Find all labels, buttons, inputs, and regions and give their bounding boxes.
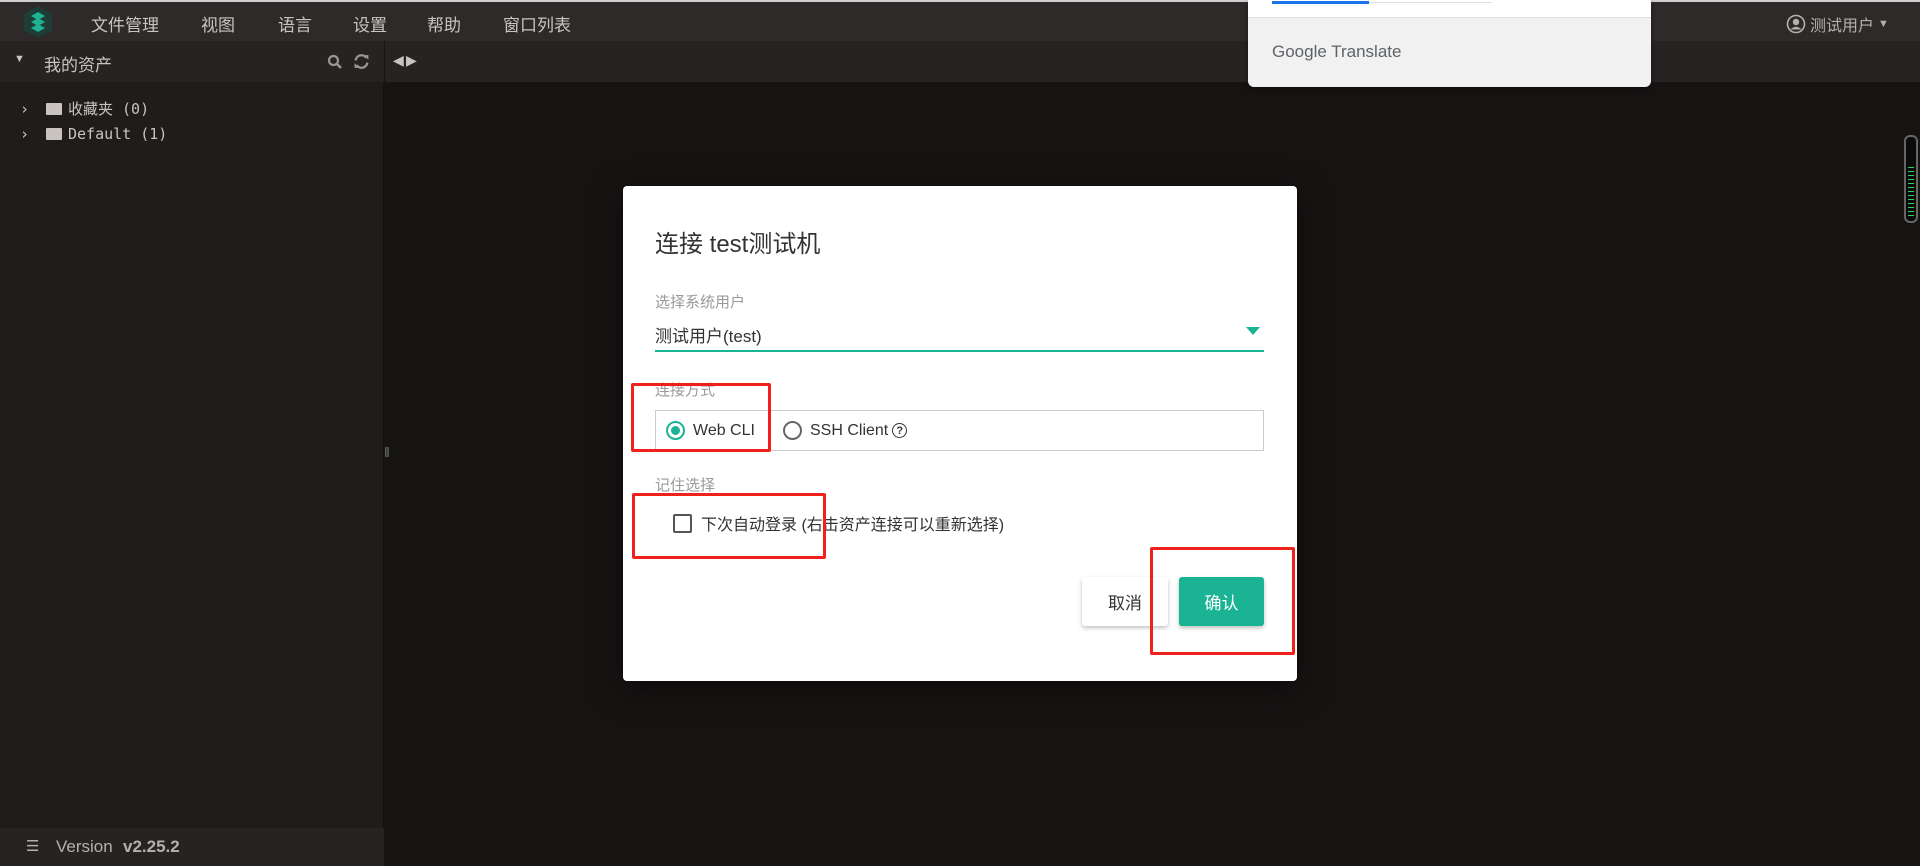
dialog-title: 连接 test测试机 — [655, 231, 821, 258]
tab-bar: ◀ ▶ — [385, 41, 1920, 82]
tree-node-favorites[interactable]: › 收藏夹 (0) — [20, 98, 149, 119]
google-translate-popup: Google Translate — [1248, 0, 1651, 87]
system-user-select[interactable]: 测试用户(test) — [655, 318, 1264, 352]
version-label: Version — [56, 837, 113, 856]
folder-icon — [46, 102, 62, 115]
tree-node-label: 收藏夹 (0) — [68, 100, 150, 118]
system-user-label: 选择系统用户 — [655, 294, 746, 311]
dropdown-arrow-icon — [1246, 327, 1260, 335]
sidebar-title: 我的资产 — [44, 56, 112, 75]
list-icon: ☰ — [26, 838, 40, 855]
chevron-right-icon[interactable]: › — [20, 100, 46, 118]
highlight-box-connect-method — [631, 383, 771, 452]
highlight-box-auto-login — [632, 493, 826, 559]
menu-window-list[interactable]: 窗口列表 — [503, 11, 571, 36]
folder-icon — [46, 128, 62, 140]
system-user-value: 测试用户(test) — [655, 327, 762, 346]
menu-help[interactable]: 帮助 — [427, 11, 461, 36]
help-icon[interactable]: ? — [892, 423, 908, 438]
app-logo-icon — [24, 6, 52, 38]
radio-ssh-client[interactable]: SSH Client ? — [783, 421, 908, 440]
sidebar-header: ▼ 我的资产 — [0, 41, 384, 82]
activity-meter — [1904, 135, 1918, 223]
user-name: 测试用户 — [1810, 18, 1875, 35]
asset-sidebar: ▼ 我的资产 › 收藏夹 (0) › Default (1) — [0, 41, 384, 866]
menu-file[interactable]: 文件管理 — [91, 11, 159, 36]
collapse-caret-icon[interactable]: ▼ — [14, 53, 25, 65]
remember-label: 记住选择 — [655, 477, 716, 494]
menu-settings[interactable]: 设置 — [353, 11, 387, 36]
tree-node-default[interactable]: › Default (1) — [20, 125, 167, 143]
radio-unchecked-icon[interactable] — [783, 421, 802, 440]
tree-node-label: Default (1) — [68, 125, 168, 143]
splitter-handle[interactable]: ‖ — [384, 444, 390, 460]
scroll-left-icon[interactable]: ◀ — [393, 52, 404, 69]
user-avatar-icon — [1786, 14, 1806, 34]
translate-progress — [1272, 1, 1492, 4]
version-number: v2.25.2 — [123, 837, 180, 856]
caret-down-icon: ▼ — [1878, 18, 1889, 30]
chevron-right-icon[interactable]: › — [20, 125, 46, 143]
highlight-box-confirm — [1150, 547, 1295, 655]
search-icon[interactable] — [327, 54, 343, 70]
menu-view[interactable]: 视图 — [201, 11, 235, 36]
google-translate-brand: Google Translate — [1272, 42, 1402, 61]
version-bar: ☰ Version v2.25.2 — [0, 828, 384, 866]
refresh-icon[interactable] — [353, 53, 370, 70]
scroll-right-icon[interactable]: ▶ — [406, 52, 417, 69]
radio-label: SSH Client — [810, 421, 889, 439]
menu-language[interactable]: 语言 — [278, 11, 312, 36]
user-menu[interactable]: 测试用户 ▼ — [1786, 12, 1889, 36]
